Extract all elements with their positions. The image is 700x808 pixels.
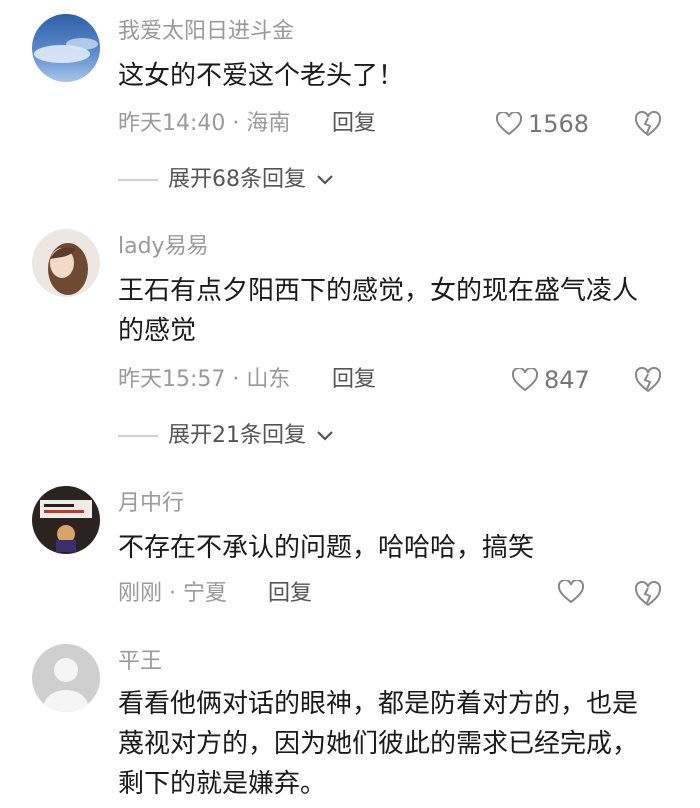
divider <box>118 435 158 437</box>
chevron-down-icon <box>317 175 333 185</box>
heart-outline-icon <box>496 112 522 136</box>
like-button[interactable]: 847 <box>512 366 590 394</box>
comment-item: lady易易 王石有点夕阳西下的感觉，女的现在盛气凌人的感觉 昨天15:57 ·… <box>0 215 700 470</box>
like-button[interactable]: 1568 <box>496 110 589 138</box>
expand-replies[interactable]: 展开68条回复 <box>118 166 334 194</box>
comment-meta: 刚刚 · 宁夏 <box>118 581 227 606</box>
expand-replies-label: 展开21条回复 <box>168 423 306 448</box>
comment-item: 月中行 不存在不承认的问题，哈哈哈，搞笑 刚刚 · 宁夏 回复 <box>0 470 700 640</box>
like-count: 1568 <box>528 110 590 138</box>
comment-item: 我爱太阳日进斗金 这女的不爱这个老头了！ 昨天14:40 · 海南 回复 156… <box>0 0 700 215</box>
broken-heart-icon <box>634 366 662 393</box>
username[interactable]: 我爱太阳日进斗金 <box>118 18 294 46</box>
like-count: 847 <box>544 366 590 394</box>
comment-text: 这女的不爱这个老头了！ <box>118 61 405 91</box>
broken-heart-icon <box>634 580 662 607</box>
avatar[interactable] <box>32 14 100 82</box>
expand-replies-label: 展开68条回复 <box>168 167 306 192</box>
like-button[interactable] <box>558 580 590 604</box>
avatar[interactable] <box>32 486 100 554</box>
heart-outline-icon <box>558 580 584 604</box>
comment-text: 看看他俩对话的眼神，都是防着对方的，也是蔑视对方的，因为她们彼此的需求已经完成，… <box>118 689 639 799</box>
username[interactable]: 平王 <box>118 648 162 676</box>
comment-text: 王石有点夕阳西下的感觉，女的现在盛气凌人的感觉 <box>118 276 639 346</box>
comment-item: 平王 看看他俩对话的眼神，都是防着对方的，也是蔑视对方的，因为她们彼此的需求已经… <box>0 640 700 808</box>
reply-button[interactable]: 回复 <box>268 580 312 608</box>
chevron-down-icon <box>317 431 333 441</box>
expand-replies[interactable]: 展开21条回复 <box>118 422 334 450</box>
comment-meta: 昨天15:57 · 山东 <box>118 367 291 392</box>
reply-button[interactable]: 回复 <box>332 110 376 138</box>
dislike-button[interactable] <box>634 110 662 138</box>
dislike-button[interactable] <box>634 580 662 608</box>
avatar[interactable] <box>32 229 100 297</box>
comment-meta: 昨天14:40 · 海南 <box>118 111 291 136</box>
reply-button[interactable]: 回复 <box>332 366 376 394</box>
heart-outline-icon <box>512 368 538 392</box>
broken-heart-icon <box>634 110 662 137</box>
avatar[interactable] <box>32 644 100 712</box>
username[interactable]: lady易易 <box>118 233 209 261</box>
divider <box>118 179 158 181</box>
username[interactable]: 月中行 <box>118 490 184 518</box>
dislike-button[interactable] <box>634 366 662 394</box>
comment-text: 不存在不承认的问题，哈哈哈，搞笑 <box>118 533 535 563</box>
